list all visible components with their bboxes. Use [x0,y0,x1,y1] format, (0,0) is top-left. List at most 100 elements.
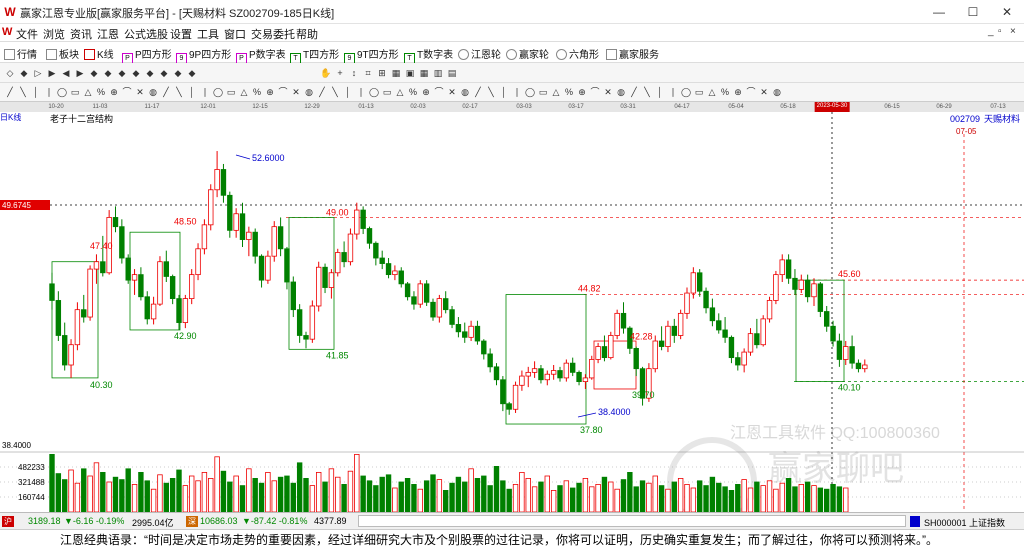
tb-service[interactable]: 赢家服务 [606,46,659,61]
tool-icon[interactable]: ↕ [348,67,360,79]
draw-tool-icon[interactable]: ◍ [147,86,159,98]
tb-9t-square[interactable]: 9 9T四方形 [344,46,399,64]
draw-tool-icon[interactable]: ▭ [69,86,81,98]
draw-tool-icon[interactable]: ◯ [56,86,68,98]
draw-tool-icon[interactable]: ✕ [446,86,458,98]
draw-tool-icon[interactable]: ✕ [290,86,302,98]
draw-tool-icon[interactable]: ◍ [615,86,627,98]
tool-icon[interactable]: ◆ [102,67,114,79]
draw-tool-icon[interactable]: ⊕ [576,86,588,98]
draw-tool-icon[interactable]: ◯ [368,86,380,98]
draw-tool-icon[interactable]: ⊕ [420,86,432,98]
tool-icon[interactable]: ◆ [18,67,30,79]
kline-chart[interactable]: 江恩工具软件 QQ:100800360赢家聊吧liaoba.vip日K线老子十二… [0,112,1024,528]
mdi-restore-button[interactable]: ▫ [998,26,1002,37]
menu-settings[interactable]: 设置 [170,26,192,42]
tb-winner-wheel[interactable]: 赢家轮 [506,46,549,61]
draw-tool-icon[interactable]: % [719,86,731,98]
menu-trade[interactable]: 交易委托 [251,26,295,42]
tool-icon[interactable]: ✋ [320,67,332,79]
tool-icon[interactable]: ▦ [418,67,430,79]
menu-info[interactable]: 资讯 [70,26,92,42]
menu-formula[interactable]: 公式选股 [124,26,168,42]
draw-tool-icon[interactable]: ╱ [160,86,172,98]
menu-file[interactable]: 文件 [16,26,38,42]
tool-icon[interactable]: ▣ [404,67,416,79]
draw-tool-icon[interactable]: % [95,86,107,98]
draw-tool-icon[interactable]: │ [186,86,198,98]
minimize-button[interactable]: — [922,0,956,24]
draw-tool-icon[interactable]: ∣ [199,86,211,98]
draw-tool-icon[interactable]: ╲ [641,86,653,98]
draw-tool-icon[interactable]: % [251,86,263,98]
tb-quote[interactable]: 行情 [4,46,37,61]
tool-icon[interactable]: ▤ [446,67,458,79]
draw-tool-icon[interactable]: ◍ [459,86,471,98]
draw-tool-icon[interactable]: ╲ [17,86,29,98]
draw-tool-icon[interactable]: ◯ [680,86,692,98]
menu-browse[interactable]: 浏览 [43,26,65,42]
draw-tool-icon[interactable]: ⌒ [745,86,757,98]
draw-tool-icon[interactable]: ⌒ [589,86,601,98]
draw-tool-icon[interactable]: ⊕ [264,86,276,98]
tool-icon[interactable]: ◇ [4,67,16,79]
draw-tool-icon[interactable]: ⊕ [732,86,744,98]
tool-icon[interactable]: + [334,67,346,79]
draw-tool-icon[interactable]: ✕ [134,86,146,98]
draw-tool-icon[interactable]: ∣ [511,86,523,98]
tool-icon[interactable]: ◆ [130,67,142,79]
tool-icon[interactable]: ◆ [172,67,184,79]
menu-window[interactable]: 窗口 [224,26,246,42]
draw-tool-icon[interactable]: ╲ [485,86,497,98]
draw-tool-icon[interactable]: ⊕ [108,86,120,98]
draw-tool-icon[interactable]: ╱ [472,86,484,98]
draw-tool-icon[interactable]: ▭ [693,86,705,98]
tb-sector[interactable]: 板块 [46,46,79,61]
menu-gann[interactable]: 江恩 [97,26,119,42]
draw-tool-icon[interactable]: % [407,86,419,98]
tb-9p-square[interactable]: 9 9P四方形 [176,46,231,64]
menu-tools[interactable]: 工具 [197,26,219,42]
draw-tool-icon[interactable]: │ [498,86,510,98]
tb-kline[interactable]: K线 [84,46,114,61]
draw-tool-icon[interactable]: △ [238,86,250,98]
draw-tool-icon[interactable]: △ [394,86,406,98]
draw-tool-icon[interactable]: ✕ [758,86,770,98]
mdi-minimize-button[interactable]: _ [988,26,994,37]
draw-tool-icon[interactable]: ⌒ [433,86,445,98]
menu-help[interactable]: 帮助 [296,26,318,42]
draw-tool-icon[interactable]: │ [654,86,666,98]
draw-tool-icon[interactable]: △ [82,86,94,98]
draw-tool-icon[interactable]: ╲ [329,86,341,98]
draw-tool-icon[interactable]: ∣ [355,86,367,98]
tb-gann-wheel[interactable]: 江恩轮 [458,46,501,61]
tool-icon[interactable]: ◆ [116,67,128,79]
draw-tool-icon[interactable]: ◍ [771,86,783,98]
draw-tool-icon[interactable]: ⌒ [277,86,289,98]
draw-tool-icon[interactable]: ╱ [4,86,16,98]
tool-icon[interactable]: ▥ [432,67,444,79]
tool-icon[interactable]: ▷ [32,67,44,79]
draw-tool-icon[interactable]: │ [342,86,354,98]
tb-p-number[interactable]: P P数字表 [236,46,286,64]
tool-icon[interactable]: ◆ [144,67,156,79]
tool-icon[interactable]: ▶ [46,67,58,79]
draw-tool-icon[interactable]: ◯ [212,86,224,98]
tool-icon[interactable]: ◆ [186,67,198,79]
draw-tool-icon[interactable]: ✕ [602,86,614,98]
draw-tool-icon[interactable]: ▭ [537,86,549,98]
draw-tool-icon[interactable]: ▭ [225,86,237,98]
maximize-button[interactable]: ☐ [956,0,990,24]
tb-p-square[interactable]: P P四方形 [122,46,172,64]
tb-hexagon[interactable]: 六角形 [556,46,599,61]
draw-tool-icon[interactable]: ◍ [303,86,315,98]
tool-icon[interactable]: ◆ [88,67,100,79]
tool-icon[interactable]: ⌗ [362,67,374,79]
draw-tool-icon[interactable]: ∣ [667,86,679,98]
tool-icon[interactable]: ◆ [158,67,170,79]
draw-tool-icon[interactable]: │ [30,86,42,98]
horizontal-scrollbar[interactable] [358,515,906,527]
draw-tool-icon[interactable]: ∣ [43,86,55,98]
draw-tool-icon[interactable]: ◯ [524,86,536,98]
tool-icon[interactable]: ⊞ [376,67,388,79]
